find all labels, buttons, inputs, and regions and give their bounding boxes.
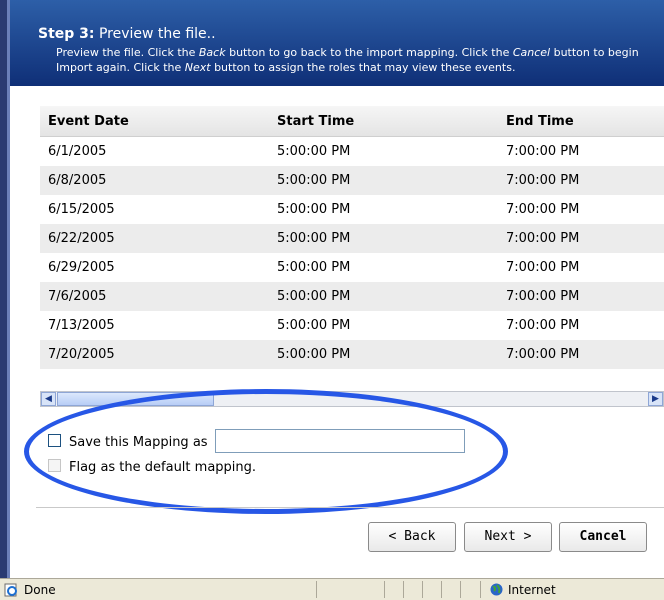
status-separator	[316, 581, 317, 598]
table-row: 6/15/2005 5:00:00 PM 7:00:00 PM	[40, 195, 664, 224]
table-row: 7/13/2005 5:00:00 PM 7:00:00 PM	[40, 311, 664, 340]
column-header-event-date[interactable]: Event Date	[40, 106, 269, 137]
table-row: 6/8/2005 5:00:00 PM 7:00:00 PM	[40, 166, 664, 195]
end-time-cell: 7:00:00 PM	[506, 260, 580, 275]
step-header: Step 3: Preview the file.. Preview the f…	[10, 0, 664, 86]
security-zone-label: Internet	[508, 583, 556, 597]
status-separator	[384, 581, 385, 598]
wizard-body: Event Date Start Time End Time 6/1/2005 5…	[10, 86, 664, 578]
end-time-cell: 7:00:00 PM	[498, 282, 664, 311]
start-time-cell: 5:00:00 PM	[269, 166, 498, 195]
window-left-edge	[0, 0, 10, 578]
event-date-cell: 6/29/2005	[48, 260, 115, 275]
start-time-cell: 5:00:00 PM	[277, 318, 351, 333]
preview-grid: Event Date Start Time End Time 6/1/2005 5…	[40, 106, 664, 390]
internet-zone-icon	[490, 583, 503, 596]
back-button[interactable]: < Back	[368, 522, 456, 552]
save-mapping-label: Save this Mapping as	[69, 435, 208, 450]
start-time-cell: 5:00:00 PM	[277, 260, 351, 275]
status-text: Done	[24, 583, 56, 597]
start-time-cell: 5:00:00 PM	[277, 202, 351, 217]
table-row: 6/29/2005 5:00:00 PM 7:00:00 PM	[40, 253, 664, 282]
event-date-cell: 7/20/2005	[40, 340, 269, 369]
table-header-row: Event Date Start Time End Time	[40, 106, 664, 137]
browser-status-bar: Done Internet	[0, 578, 664, 600]
cancel-button[interactable]: Cancel	[559, 522, 647, 552]
step-title: Step 3: Preview the file..	[38, 26, 216, 42]
step-description: Preview the file. Click the Back button …	[56, 46, 639, 74]
status-separator	[460, 581, 461, 598]
event-date-cell: 7/6/2005	[40, 282, 269, 311]
horizontal-scrollbar[interactable]: ◀ ▶	[40, 391, 664, 407]
default-mapping-option: Flag as the default mapping.	[48, 459, 256, 475]
save-mapping-option: Save this Mapping as	[48, 434, 208, 450]
status-separator	[480, 581, 481, 598]
start-time-cell: 5:00:00 PM	[269, 282, 498, 311]
start-time-cell: 5:00:00 PM	[269, 340, 498, 369]
column-header-start-time[interactable]: Start Time	[269, 106, 498, 137]
event-date-cell: 6/1/2005	[48, 144, 107, 159]
default-mapping-label: Flag as the default mapping.	[69, 460, 257, 475]
default-mapping-checkbox[interactable]	[48, 459, 61, 472]
start-time-cell: 5:00:00 PM	[269, 224, 498, 253]
end-time-cell: 7:00:00 PM	[498, 340, 664, 369]
scroll-left-icon[interactable]: ◀	[41, 392, 56, 406]
table-row: 6/22/2005 5:00:00 PM 7:00:00 PM	[40, 224, 664, 253]
status-separator	[441, 581, 442, 598]
scrollbar-thumb[interactable]	[57, 392, 214, 406]
end-time-cell: 7:00:00 PM	[498, 166, 664, 195]
event-date-cell: 6/15/2005	[48, 202, 115, 217]
table-row: 6/1/2005 5:00:00 PM 7:00:00 PM	[40, 137, 664, 167]
table-row: 7/20/2005 5:00:00 PM 7:00:00 PM	[40, 340, 664, 369]
event-date-cell: 6/8/2005	[40, 166, 269, 195]
column-header-end-time[interactable]: End Time	[498, 106, 664, 137]
table-row: 7/6/2005 5:00:00 PM 7:00:00 PM	[40, 282, 664, 311]
next-button[interactable]: Next >	[464, 522, 552, 552]
end-time-cell: 7:00:00 PM	[498, 224, 664, 253]
end-time-cell: 7:00:00 PM	[506, 318, 580, 333]
start-time-cell: 5:00:00 PM	[277, 144, 351, 159]
end-time-cell: 7:00:00 PM	[506, 202, 580, 217]
save-mapping-checkbox[interactable]	[48, 434, 61, 447]
status-separator	[422, 581, 423, 598]
event-date-cell: 7/13/2005	[48, 318, 115, 333]
scroll-right-icon[interactable]: ▶	[648, 392, 663, 406]
event-date-cell: 6/22/2005	[40, 224, 269, 253]
preview-table: Event Date Start Time End Time 6/1/2005 5…	[40, 106, 664, 369]
status-separator	[403, 581, 404, 598]
end-time-cell: 7:00:00 PM	[506, 144, 580, 159]
mapping-name-input[interactable]	[215, 429, 465, 453]
page-done-icon	[4, 583, 17, 597]
divider	[36, 507, 664, 508]
